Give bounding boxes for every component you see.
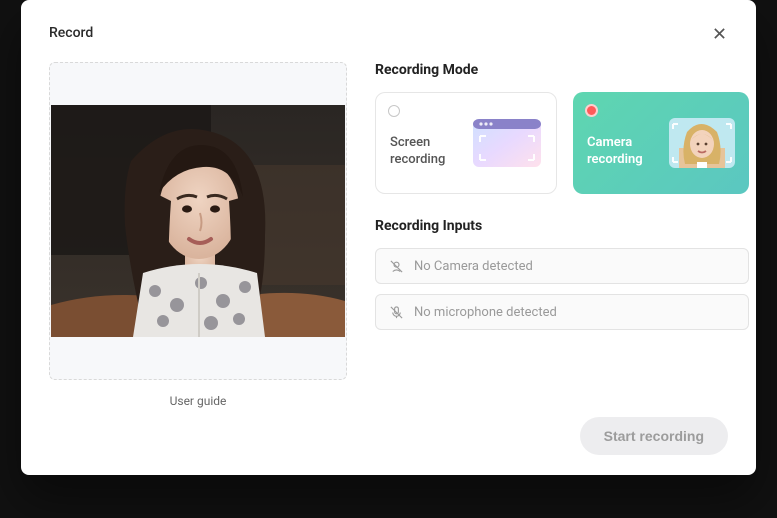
modal-header: Record bbox=[49, 24, 728, 42]
microphone-input-select[interactable]: No microphone detected bbox=[375, 294, 749, 330]
modal-body: User guide Recording Mode Screen recordi… bbox=[49, 62, 728, 408]
camera-thumbnail-icon bbox=[669, 118, 735, 168]
mode-card-camera[interactable]: Camera recording bbox=[573, 92, 749, 194]
recording-inputs-list: No Camera detected No microphone detecte… bbox=[375, 248, 749, 330]
recording-mode-options: Screen recording bbox=[375, 92, 749, 194]
user-guide-link[interactable]: User guide bbox=[49, 394, 347, 408]
start-recording-button[interactable]: Start recording bbox=[580, 417, 728, 455]
camera-input-text: No Camera detected bbox=[414, 259, 533, 274]
modal-title: Record bbox=[49, 25, 93, 41]
record-modal: Record bbox=[21, 0, 756, 475]
camera-input-select[interactable]: No Camera detected bbox=[375, 248, 749, 284]
camera-preview bbox=[51, 105, 345, 337]
radio-unselected-icon bbox=[388, 105, 400, 117]
preview-box bbox=[49, 62, 347, 380]
mode-label-screen: Screen recording bbox=[390, 135, 460, 169]
record-indicator-icon bbox=[585, 104, 598, 117]
mode-label-camera: Camera recording bbox=[587, 135, 657, 169]
mode-card-screen[interactable]: Screen recording bbox=[375, 92, 557, 194]
close-icon bbox=[713, 27, 726, 40]
close-button[interactable] bbox=[710, 24, 728, 42]
microphone-input-text: No microphone detected bbox=[414, 305, 557, 320]
settings-column: Recording Mode Screen recording bbox=[375, 62, 749, 408]
modal-footer: Start recording bbox=[580, 417, 728, 455]
recording-inputs-heading: Recording Inputs bbox=[375, 218, 749, 234]
preview-column: User guide bbox=[49, 62, 347, 408]
microphone-off-icon bbox=[388, 304, 404, 320]
screen-thumbnail-icon bbox=[472, 118, 542, 168]
camera-off-icon bbox=[388, 258, 404, 274]
recording-mode-heading: Recording Mode bbox=[375, 62, 749, 78]
